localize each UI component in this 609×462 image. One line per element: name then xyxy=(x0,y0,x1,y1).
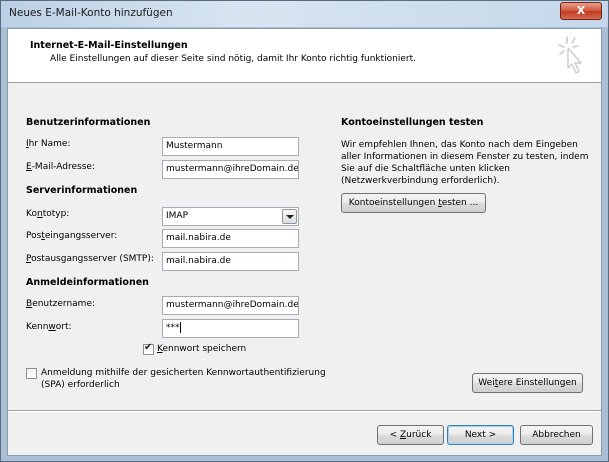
test-account-settings-button[interactable]: Kontoeinstellungen testen ... xyxy=(341,193,486,213)
test-desc-line4: (Netzwerkverbindung erforderlich). xyxy=(341,176,500,186)
account-type-label-pre: Ko xyxy=(26,209,37,219)
outgoing-label-rest: ostausgangsserver (SMTP): xyxy=(31,254,154,264)
spa-label-line2: (SPA) erforderlich xyxy=(41,380,120,390)
spa-label[interactable]: Anmeldung mithilfe der gesicherten Kennw… xyxy=(41,367,326,391)
server-info-heading: Serverinformationen xyxy=(26,185,138,196)
text-caret xyxy=(179,322,181,333)
test-desc-line1: Wir empfehlen Ihnen, das Konto nach dem … xyxy=(341,140,578,150)
password-label-key: w xyxy=(48,322,56,332)
spa-label-line1: Anmeldung mithilfe der gesicherten Kennw… xyxy=(41,368,326,378)
name-label-rest: hr Name: xyxy=(28,139,71,149)
account-type-value: IMAP xyxy=(166,211,189,221)
username-input[interactable]: mustermann@ihreDomain.de xyxy=(162,296,299,315)
wizard-header: Internet-E-Mail-Einstellungen Alle Einst… xyxy=(8,29,601,83)
remember-password-checkbox[interactable] xyxy=(143,342,154,355)
email-label: E-Mail-Adresse: xyxy=(26,162,95,172)
username-label-rest: enutzername: xyxy=(32,299,96,309)
spa-checkbox[interactable] xyxy=(26,368,37,379)
incoming-label-post: eingangsserver: xyxy=(44,231,118,241)
chevron-down-icon[interactable] xyxy=(282,209,297,224)
more-settings-pre: Wei xyxy=(478,378,495,388)
incoming-server-input[interactable]: mail.nabira.de xyxy=(162,229,299,248)
outgoing-server-input[interactable]: mail.nabira.de xyxy=(162,252,299,271)
password-label-pre: Kenn xyxy=(26,322,49,332)
account-type-label-post: totyp: xyxy=(42,209,70,219)
test-desc-line2: aller Informationen in diesem Fenster zu… xyxy=(341,152,589,162)
test-settings-description: Wir empfehlen Ihnen, das Konto nach dem … xyxy=(341,139,588,187)
title-bar[interactable]: Neues E-Mail-Konto hinzufügen X xyxy=(1,1,608,27)
password-label: Kennwort: xyxy=(26,322,72,332)
cancel-button[interactable]: Abbrechen xyxy=(520,425,593,445)
name-input[interactable]: Mustermann xyxy=(162,137,299,156)
outgoing-server-label: Postausgangsserver (SMTP): xyxy=(26,254,154,264)
password-value: *** xyxy=(166,323,180,333)
account-type-label: Kontotyp: xyxy=(26,209,69,219)
test-button-post: esten ... xyxy=(441,198,479,208)
email-label-rest: -Mail-Adresse: xyxy=(31,162,95,172)
username-label: Benutzername: xyxy=(26,299,95,309)
incoming-server-label: Posteingangsserver: xyxy=(26,231,117,241)
test-settings-heading: Kontoeinstellungen testen xyxy=(341,117,484,128)
dialog-window: Neues E-Mail-Konto hinzufügen X Internet… xyxy=(0,0,609,462)
test-button-pre: Kontoeinstellungen xyxy=(348,198,439,208)
logon-info-heading: Anmeldeinformationen xyxy=(26,277,149,288)
back-button[interactable]: < Zurück xyxy=(377,425,444,445)
incoming-label-pre: Pos xyxy=(26,231,42,241)
more-settings-post: ere Einstellungen xyxy=(498,378,577,388)
account-type-select[interactable]: IMAP xyxy=(162,207,299,226)
name-label: Ihr Name: xyxy=(26,139,71,149)
close-button[interactable]: X xyxy=(560,2,602,20)
back-post: urück xyxy=(406,430,432,440)
window-title: Neues E-Mail-Konto hinzufügen xyxy=(9,7,173,19)
more-settings-button[interactable]: Weitere Einstellungen xyxy=(472,373,583,393)
remember-label-rest: ennwort speichern xyxy=(162,344,247,354)
sparkle-cursor-icon xyxy=(558,36,582,74)
page-subtitle: Alle Einstellungen auf dieser Seite sind… xyxy=(50,54,417,64)
back-pre: < xyxy=(389,430,400,440)
password-label-post: ort: xyxy=(55,322,72,332)
email-input[interactable]: mustermann@ihreDomain.de xyxy=(162,160,299,179)
user-info-heading: Benutzerinformationen xyxy=(26,117,151,128)
page-title: Internet-E-Mail-Einstellungen xyxy=(30,40,188,51)
next-button[interactable]: Next > xyxy=(447,425,514,445)
footer-divider xyxy=(8,410,601,412)
remember-password-label[interactable]: Kennwort speichern xyxy=(157,344,246,354)
test-desc-line3: Sie auf die Schaltfläche unten klicken xyxy=(341,164,510,174)
password-input[interactable]: *** xyxy=(162,319,299,338)
dialog-client-area: Internet-E-Mail-Einstellungen Alle Einst… xyxy=(7,28,602,456)
